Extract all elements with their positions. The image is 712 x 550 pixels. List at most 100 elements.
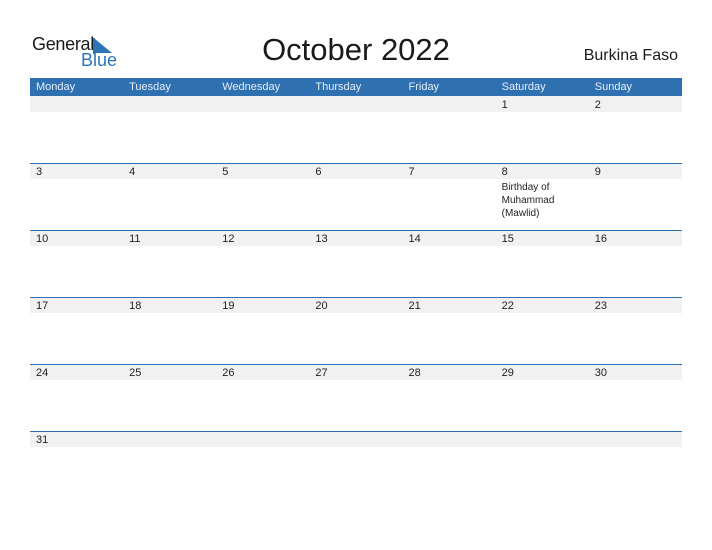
day-cell: 21 — [403, 297, 496, 364]
day-number: 25 — [129, 367, 142, 379]
day-number: 6 — [315, 166, 322, 178]
day-number: 5 — [222, 166, 229, 178]
day-cell — [403, 96, 496, 163]
day-cell: 10 — [30, 230, 123, 297]
day-number: 9 — [594, 166, 601, 178]
day-number: 19 — [222, 300, 235, 312]
day-cell: 3 — [30, 163, 123, 230]
day-cell: 19 — [216, 297, 309, 364]
week-row: 24 25 26 27 28 29 30 — [30, 364, 682, 431]
weekday-tuesday: Tuesday — [129, 81, 171, 93]
day-number: 22 — [501, 300, 514, 312]
day-cell — [496, 431, 589, 498]
day-number: 18 — [129, 300, 142, 312]
day-number: 13 — [315, 233, 328, 245]
day-cell: 25 — [123, 364, 216, 431]
day-number — [36, 96, 123, 97]
day-cell: 13 — [309, 230, 402, 297]
day-number — [409, 431, 496, 432]
day-cell: 24 — [30, 364, 123, 431]
day-number: 3 — [36, 166, 43, 178]
day-number: 10 — [36, 233, 49, 245]
day-number: 20 — [315, 300, 328, 312]
day-cell: 22 — [496, 297, 589, 364]
day-cell: 9 — [589, 163, 682, 230]
day-number — [502, 431, 589, 432]
weekday-thursday: Thursday — [315, 81, 362, 93]
day-number: 1 — [501, 99, 508, 111]
day-number: 16 — [594, 233, 607, 245]
day-cell: 31 — [30, 431, 123, 498]
day-number: 23 — [594, 300, 607, 312]
day-number: 7 — [408, 166, 415, 178]
day-number: 2 — [594, 99, 601, 111]
weekday-sunday: Sunday — [594, 81, 633, 93]
day-cell: 14 — [403, 230, 496, 297]
day-cell — [30, 96, 123, 163]
day-cell: 23 — [589, 297, 682, 364]
calendar-grid: Monday Tuesday Wednesday Thursday Friday… — [30, 78, 682, 447]
day-number: 28 — [408, 367, 421, 379]
week-row: 12 — [30, 96, 682, 163]
day-number — [129, 431, 216, 432]
day-cell: 29 — [496, 364, 589, 431]
day-number: 4 — [129, 166, 136, 178]
day-cell: 30 — [589, 364, 682, 431]
day-number: 8 — [501, 166, 508, 178]
day-cell — [403, 431, 496, 498]
day-number: 29 — [501, 367, 514, 379]
weekday-wednesday: Wednesday — [222, 81, 281, 93]
day-number: 26 — [222, 367, 235, 379]
day-cell: 28 — [403, 364, 496, 431]
day-number: 14 — [408, 233, 421, 245]
day-cell: 1 — [496, 96, 589, 163]
day-cell: 11 — [123, 230, 216, 297]
day-cell — [216, 96, 309, 163]
day-number: 31 — [36, 434, 49, 446]
day-cell — [589, 431, 682, 498]
day-cell: 4 — [123, 163, 216, 230]
day-cell: 5 — [216, 163, 309, 230]
day-cell: 26 — [216, 364, 309, 431]
day-number — [129, 96, 216, 97]
weekday-friday: Friday — [408, 81, 440, 93]
day-number — [409, 96, 496, 97]
day-cell — [123, 431, 216, 498]
country-name: Burkina Faso — [583, 47, 678, 64]
weekday-header: Monday Tuesday Wednesday Thursday Friday… — [30, 78, 682, 96]
day-cell: 20 — [309, 297, 402, 364]
day-cell: 17 — [30, 297, 123, 364]
day-number — [315, 96, 402, 97]
day-cell: 12 — [216, 230, 309, 297]
day-number: 17 — [36, 300, 49, 312]
day-number — [222, 96, 309, 97]
day-cell — [309, 96, 402, 163]
day-cell — [216, 431, 309, 498]
day-number: 11 — [129, 233, 141, 245]
weekday-monday: Monday — [36, 81, 76, 93]
day-number: 27 — [315, 367, 328, 379]
week-row: 10 11 12 13 14 15 16 — [30, 230, 682, 297]
day-cell: 15 — [496, 230, 589, 297]
day-number: 12 — [222, 233, 235, 245]
day-number — [315, 431, 402, 432]
day-cell — [309, 431, 402, 498]
day-number — [222, 431, 309, 432]
week-row: 17 18 19 20 21 22 23 — [30, 297, 682, 364]
week-row: 31 — [30, 431, 682, 447]
day-number: 24 — [36, 367, 49, 379]
day-number: 15 — [501, 233, 514, 245]
day-cell: 27 — [309, 364, 402, 431]
day-cell: 2 — [589, 96, 682, 163]
weekday-saturday: Saturday — [501, 81, 546, 93]
day-cell: 7 — [403, 163, 496, 230]
day-number: 30 — [594, 367, 607, 379]
day-cell: 16 — [589, 230, 682, 297]
holiday-event: Birthday of Muhammad (Mawlid) — [501, 182, 555, 219]
day-cell: 6 — [309, 163, 402, 230]
day-cell: 18 — [123, 297, 216, 364]
day-number — [595, 431, 682, 432]
day-number: 21 — [408, 300, 421, 312]
week-row: 3 4 5 6 7 8 Birthday of Muhammad (Mawlid) 9 — [30, 163, 682, 230]
day-cell: 8 Birthday of Muhammad (Mawlid) — [496, 163, 589, 230]
